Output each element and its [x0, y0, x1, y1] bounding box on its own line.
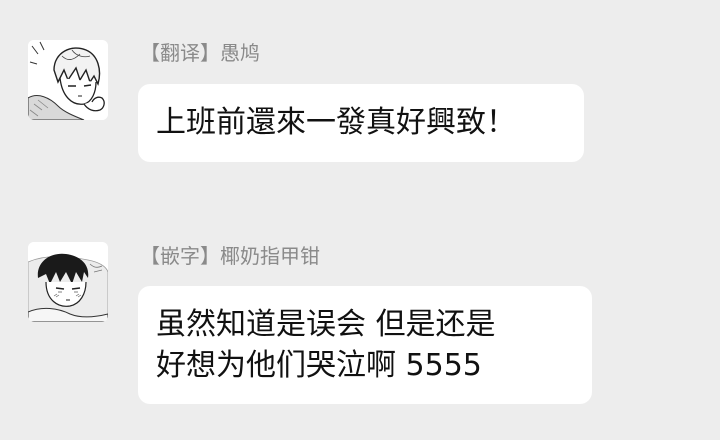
- sender-avatar[interactable]: [28, 242, 108, 322]
- sender-name: 【翻译】愚鸠: [140, 41, 260, 65]
- message-text-line: 好想为他们哭泣啊 5555: [156, 348, 482, 383]
- sender-name: 【嵌字】椰奶指甲钳: [140, 244, 320, 268]
- message-text-line: 上班前還來一發真好興致！: [156, 105, 516, 140]
- sender-avatar[interactable]: [28, 40, 108, 120]
- message-bubble[interactable]: 上班前還來一發真好興致！: [138, 84, 584, 162]
- message-bubble[interactable]: 虽然知道是误会 但是还是 好想为他们哭泣啊 5555: [138, 286, 592, 404]
- message-text-line: 虽然知道是误会 但是还是: [156, 307, 496, 342]
- manga-boy-light-hair-avatar-icon: [28, 40, 108, 120]
- manga-boy-dark-hair-avatar-icon: [28, 242, 108, 322]
